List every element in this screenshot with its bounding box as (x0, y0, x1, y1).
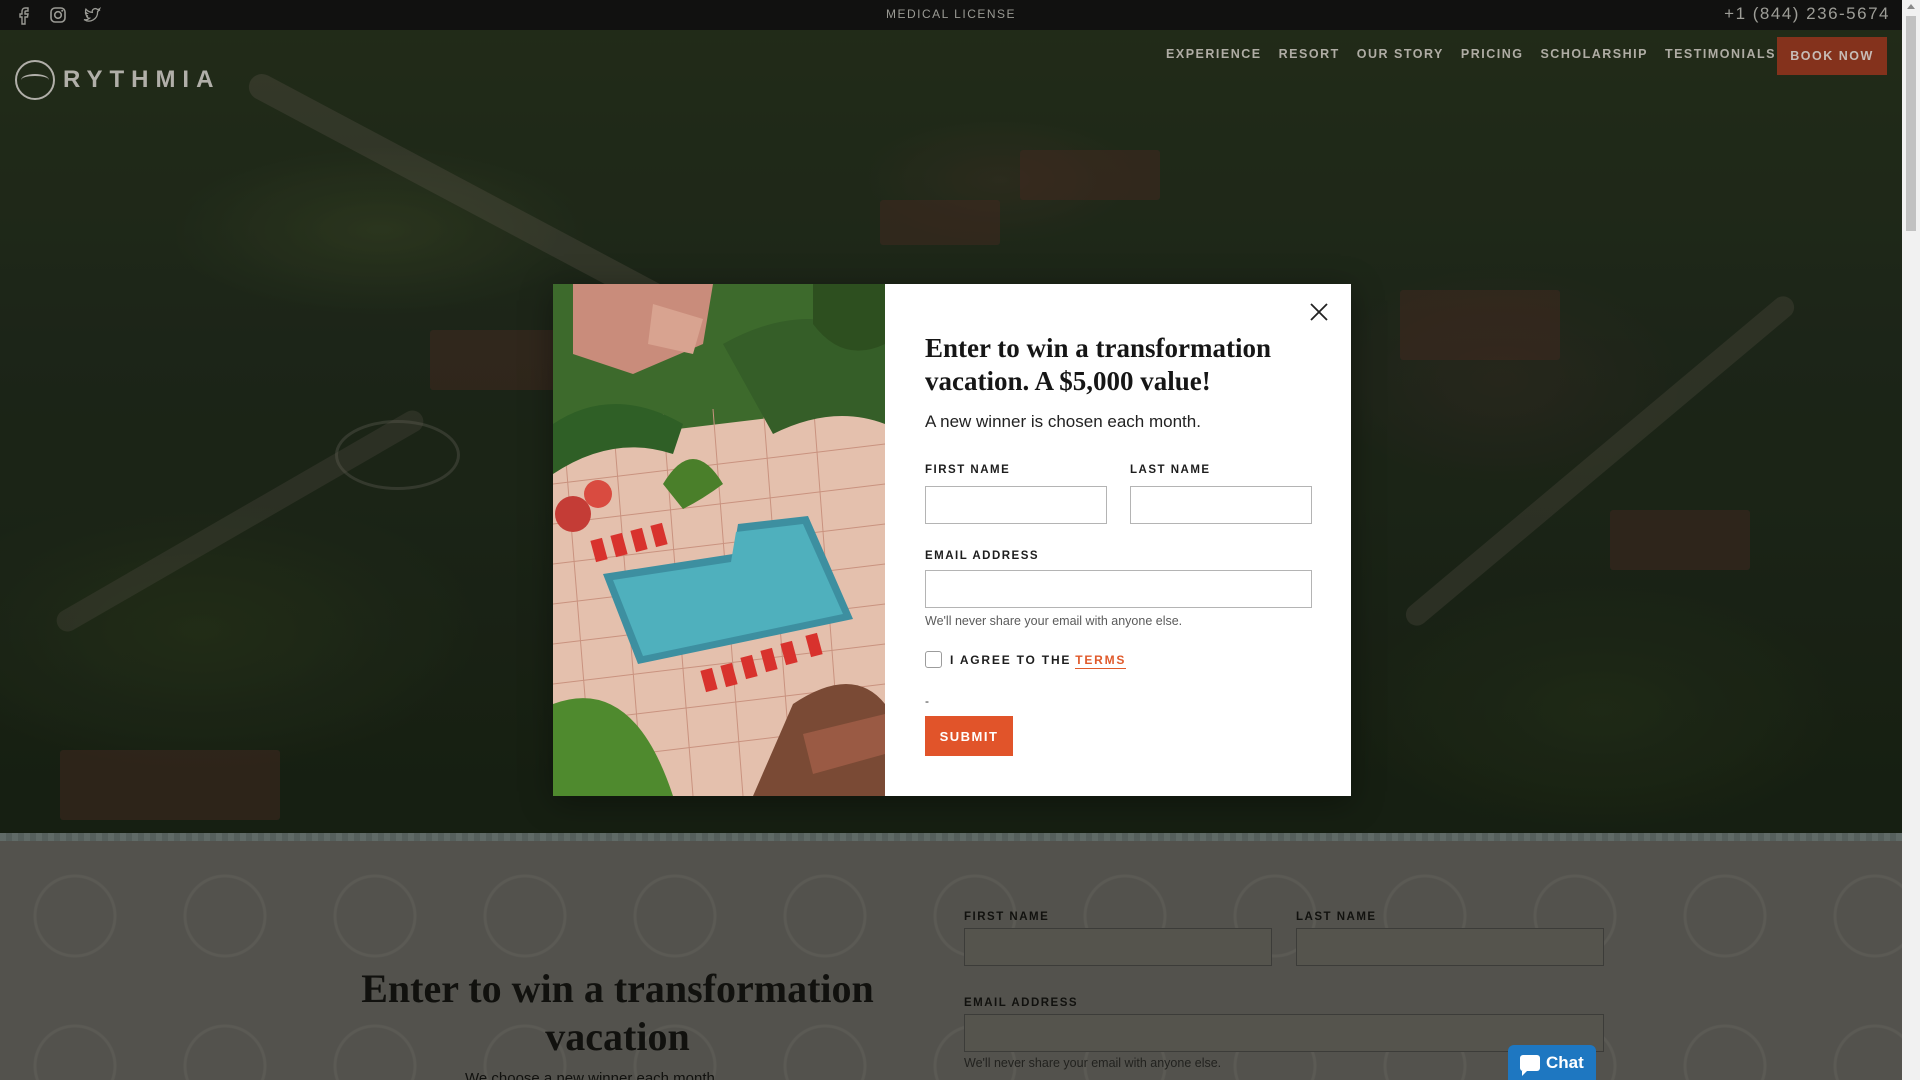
email-input[interactable] (925, 570, 1312, 608)
terms-agreement: I AGREE TO THE TERMS (925, 651, 1127, 669)
agree-text: I AGREE TO THE (950, 652, 1072, 667)
modal-form-panel: Enter to win a transformation vacation. … (885, 284, 1351, 796)
first-name-input[interactable] (925, 486, 1107, 524)
last-name-label: LAST NAME (1130, 464, 1211, 476)
modal-subtitle: A new winner is chosen each month. (925, 412, 1201, 431)
giveaway-modal: Enter to win a transformation vacation. … (553, 284, 1351, 796)
terms-link[interactable]: TERMS (1075, 652, 1127, 669)
email-hint: We'll never share your email with anyone… (925, 614, 1183, 628)
resort-pool-photo (553, 284, 885, 796)
modal-title: Enter to win a transformation vacation. … (925, 333, 1271, 396)
form-separator: - (925, 694, 929, 708)
chat-label: Chat (1546, 1052, 1584, 1072)
terms-checkbox[interactable] (925, 651, 942, 668)
close-icon[interactable] (1307, 300, 1331, 324)
medical-license-link[interactable]: MEDICAL LICENSE (0, 7, 1902, 21)
scroll-up-icon[interactable] (1907, 4, 1915, 9)
chat-bubble-icon (1520, 1054, 1540, 1076)
last-name-input[interactable] (1130, 486, 1312, 524)
first-name-label: FIRST NAME (925, 464, 1011, 476)
phone-number[interactable]: +1 (844) 236-5674 (1724, 4, 1890, 24)
email-label: EMAIL ADDRESS (925, 550, 1040, 562)
page-scrollbar[interactable] (1902, 0, 1920, 1080)
chat-widget-button[interactable]: Chat (1508, 1045, 1596, 1080)
submit-button[interactable]: SUBMIT (925, 716, 1013, 756)
top-bar: MEDICAL LICENSE +1 (844) 236-5674 (0, 0, 1902, 30)
agree-label: I AGREE TO THE TERMS (950, 652, 1127, 669)
scrollbar-thumb[interactable] (1906, 16, 1916, 231)
